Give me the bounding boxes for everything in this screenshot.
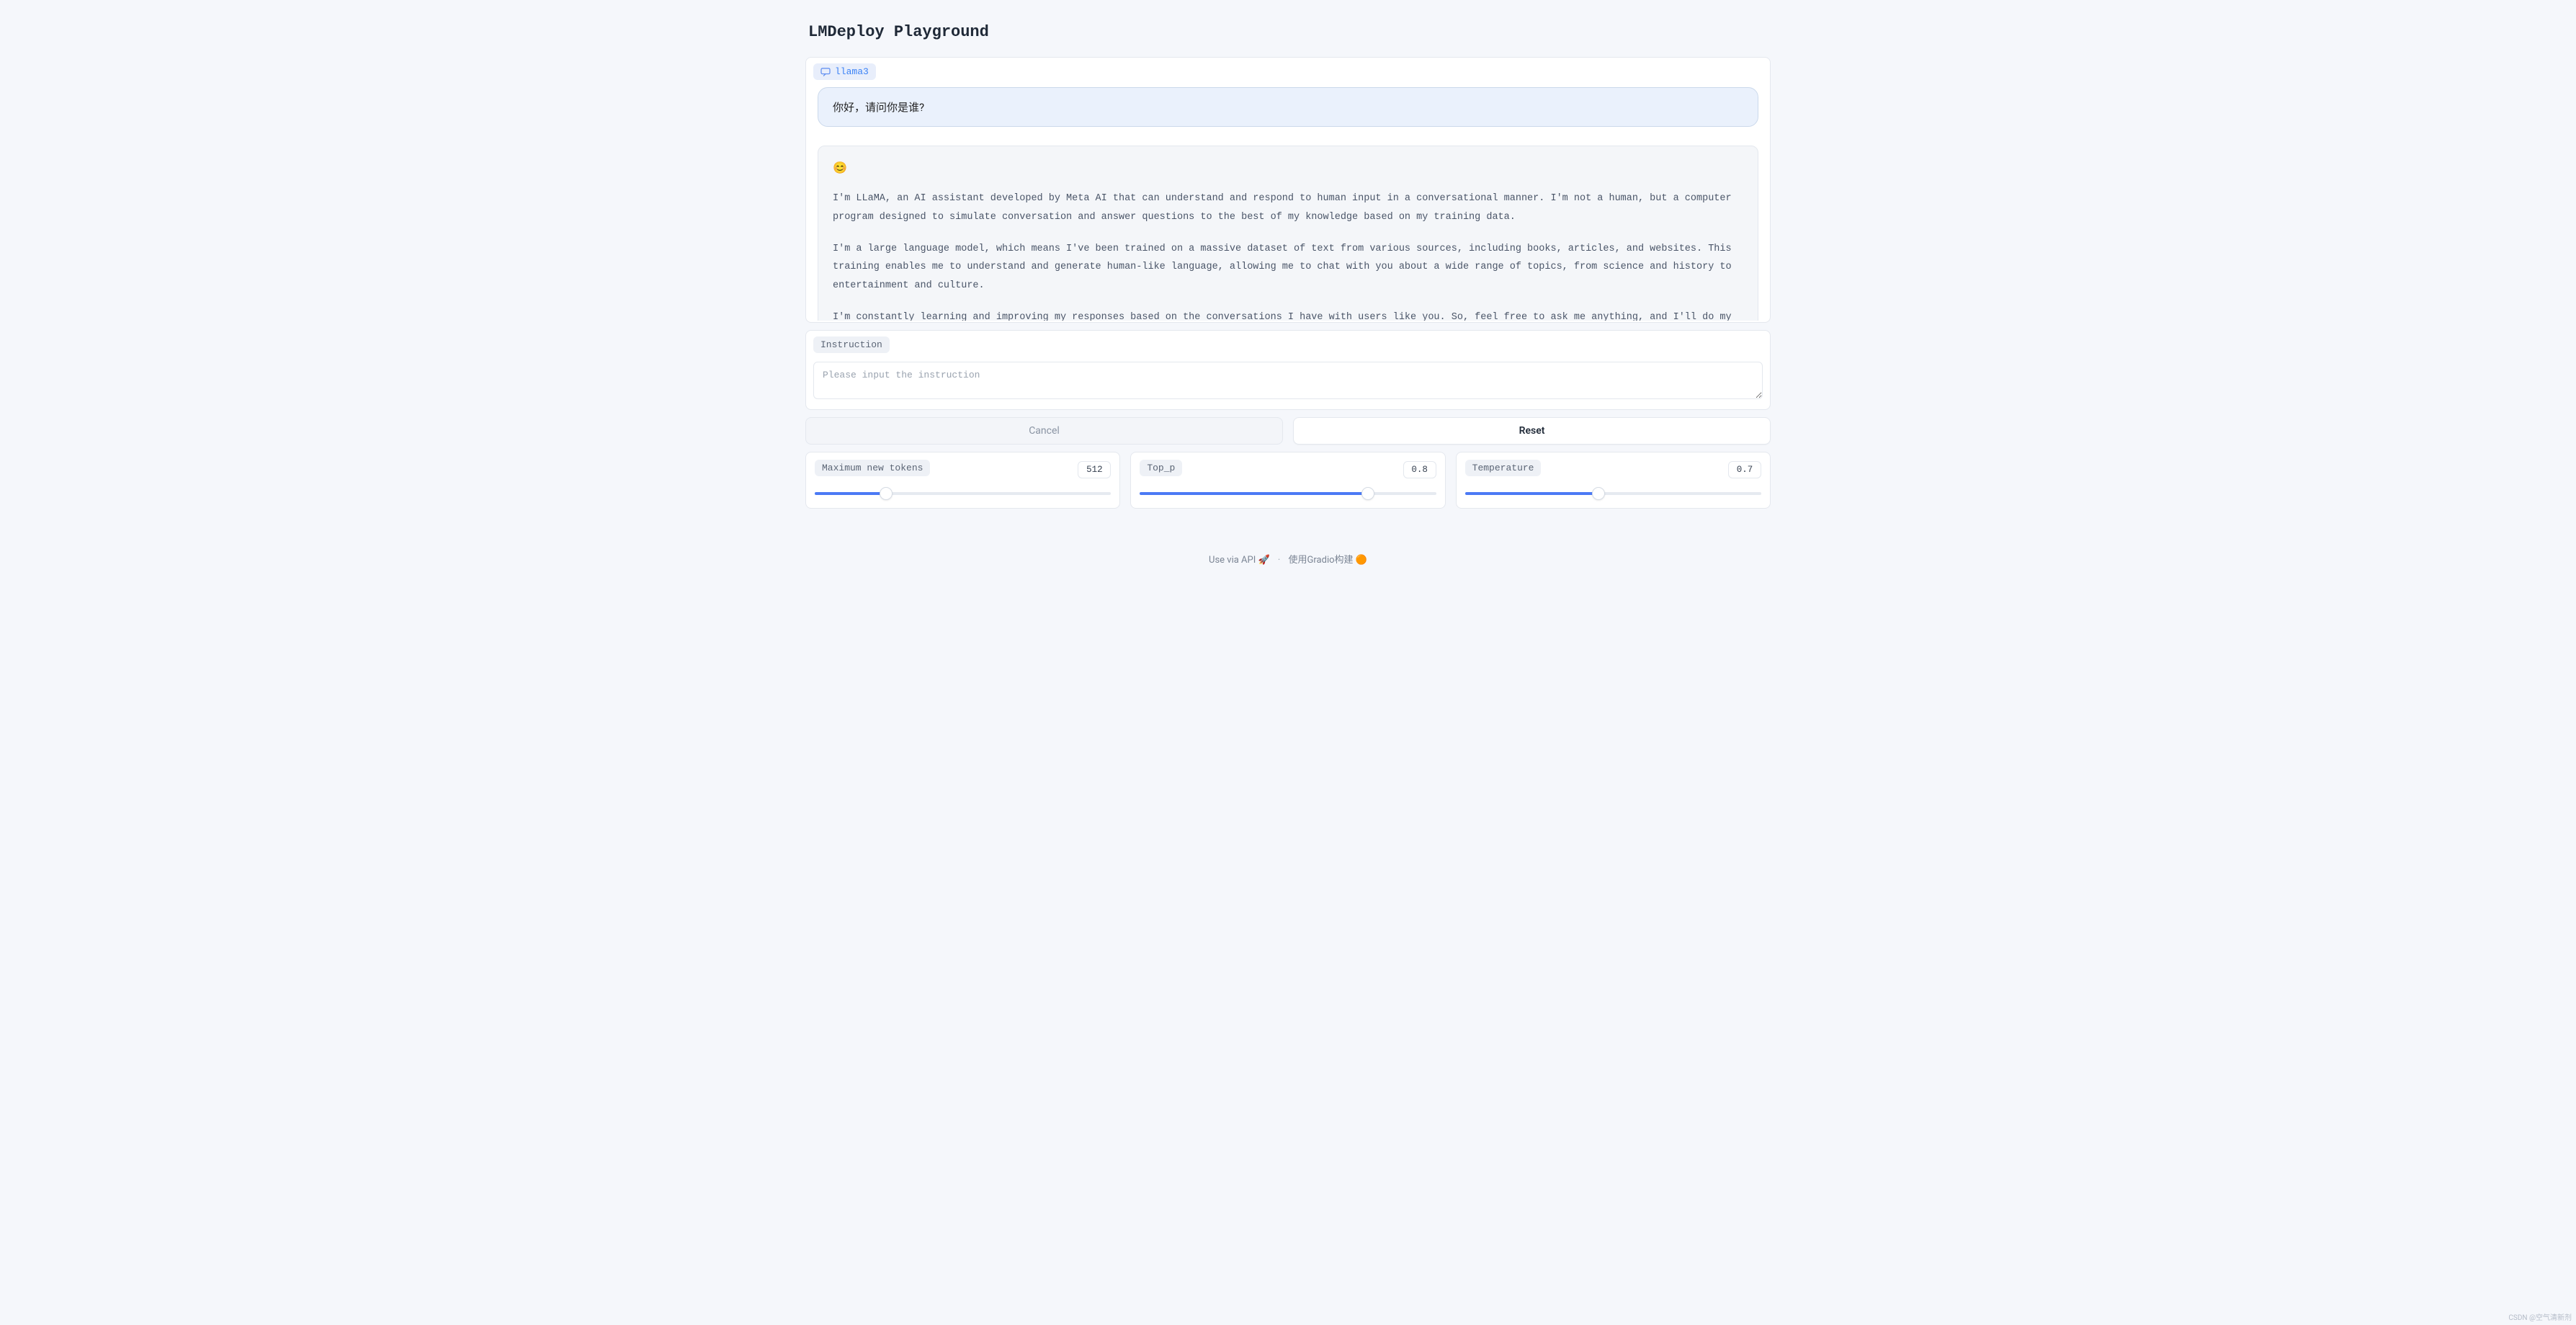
- slider-max-new-tokens: Maximum new tokens 512: [805, 452, 1120, 509]
- page-title: LMDeploy Playground: [808, 23, 1771, 41]
- slider-knob[interactable]: [1361, 487, 1374, 500]
- slider-track[interactable]: [815, 492, 1111, 495]
- model-chip: llama3: [813, 63, 876, 80]
- footer-api-text: Use via API: [1209, 555, 1256, 566]
- footer: Use via API 🚀 · 使用Gradio构建 🟠: [805, 552, 1771, 573]
- slider-label-chip: Temperature: [1465, 460, 1542, 476]
- slider-label-chip: Top_p: [1140, 460, 1182, 476]
- slider-fill: [815, 492, 886, 495]
- footer-gradio-link[interactable]: 使用Gradio构建 🟠: [1289, 555, 1367, 566]
- slider-value[interactable]: 0.8: [1403, 461, 1436, 478]
- slider-track[interactable]: [1465, 492, 1761, 495]
- slider-knob[interactable]: [1592, 487, 1605, 500]
- footer-gradio-text: 使用Gradio构建: [1289, 555, 1354, 566]
- footer-api-link[interactable]: Use via API 🚀: [1209, 555, 1272, 566]
- instruction-label-chip: Instruction: [813, 336, 890, 353]
- gradio-icon: 🟠: [1356, 555, 1367, 566]
- chat-bot-paragraph: I'm a large language model, which means …: [833, 240, 1743, 295]
- slider-label-chip: Maximum new tokens: [815, 460, 930, 476]
- sliders-row: Maximum new tokens 512 Top_p 0.8: [805, 452, 1771, 509]
- rocket-icon: 🚀: [1258, 555, 1269, 566]
- instruction-input[interactable]: [813, 362, 1763, 399]
- slider-temperature: Temperature 0.7: [1456, 452, 1771, 509]
- chat-bot-emoji: 😊: [833, 158, 1743, 179]
- slider-knob[interactable]: [880, 487, 893, 500]
- chat-scroll[interactable]: 你好，请问你是谁? 😊 I'm LLaMA, an AI assistant d…: [813, 83, 1763, 321]
- slider-top-p: Top_p 0.8: [1130, 452, 1445, 509]
- chat-panel: llama3 你好，请问你是谁? 😊 I'm LLaMA, an AI assi…: [805, 57, 1771, 323]
- slider-fill: [1465, 492, 1598, 495]
- chat-bot-bubble: 😊 I'm LLaMA, an AI assistant developed b…: [818, 146, 1758, 321]
- reset-button[interactable]: Reset: [1293, 417, 1771, 445]
- slider-track[interactable]: [1140, 492, 1436, 495]
- instruction-panel: Instruction: [805, 330, 1771, 410]
- watermark: CSDN @空气清新剂: [2508, 1311, 2572, 1322]
- chat-bot-paragraph: I'm LLaMA, an AI assistant developed by …: [833, 189, 1743, 226]
- slider-label: Temperature: [1472, 463, 1534, 473]
- chat-bot-paragraph: I'm constantly learning and improving my…: [833, 308, 1743, 321]
- app-root: LMDeploy Playground llama3 你好，请问你是谁? 😊 I…: [805, 0, 1771, 579]
- slider-label: Maximum new tokens: [822, 463, 923, 473]
- chat-user-text: 你好，请问你是谁?: [833, 101, 924, 114]
- cancel-button[interactable]: Cancel: [805, 417, 1283, 445]
- chat-user-bubble: 你好，请问你是谁?: [818, 87, 1758, 127]
- chat-icon: [820, 68, 831, 76]
- slider-fill: [1140, 492, 1368, 495]
- button-row: Cancel Reset: [805, 417, 1771, 445]
- slider-label: Top_p: [1147, 463, 1175, 473]
- slider-value[interactable]: 0.7: [1728, 461, 1761, 478]
- footer-separator: ·: [1278, 555, 1280, 566]
- instruction-label: Instruction: [820, 339, 882, 350]
- slider-value[interactable]: 512: [1078, 461, 1111, 478]
- model-label: llama3: [835, 66, 869, 77]
